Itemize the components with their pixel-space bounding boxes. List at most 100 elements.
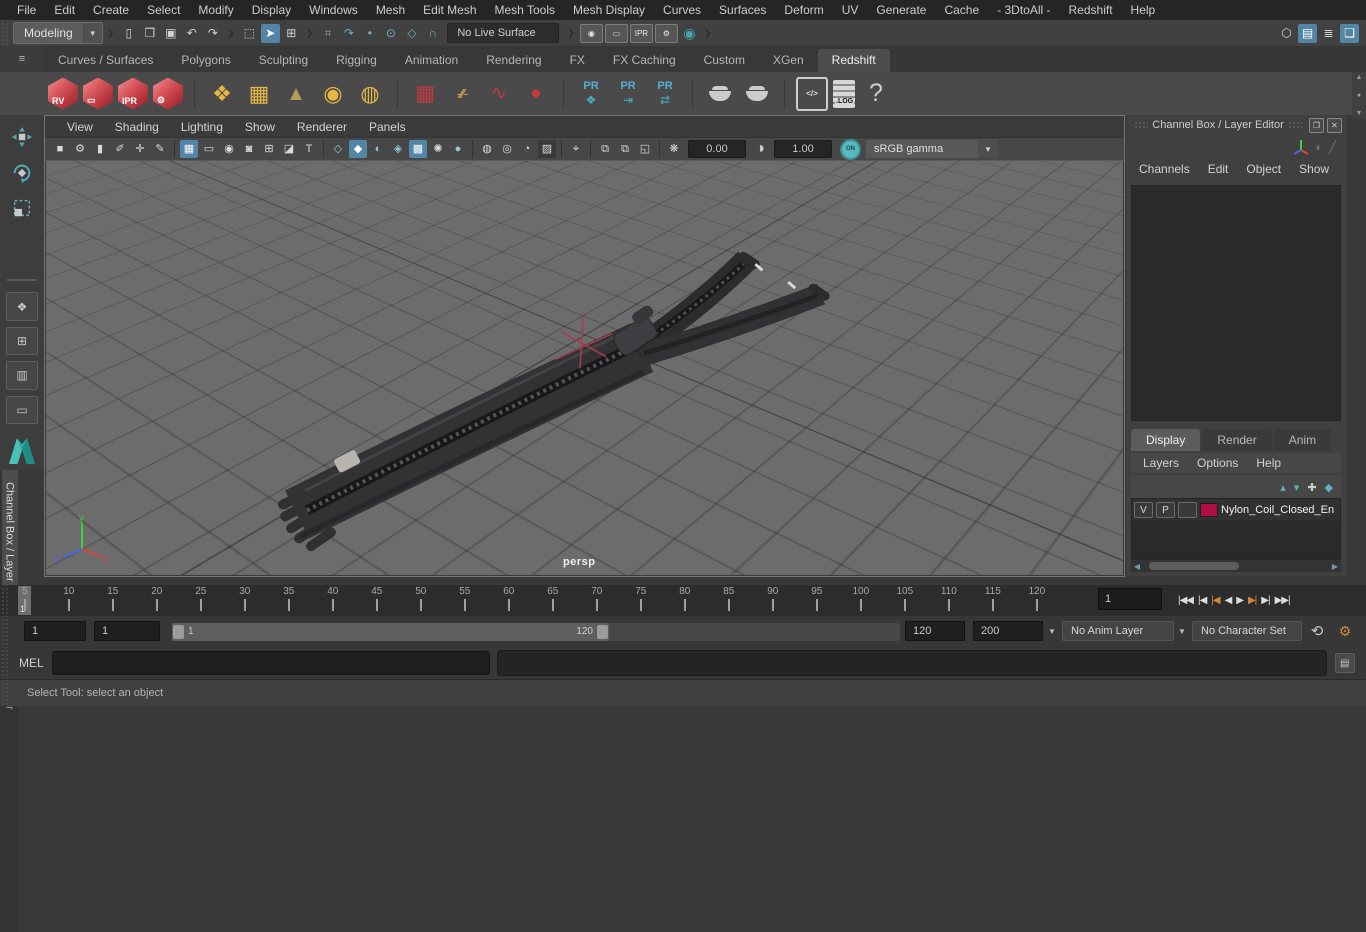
shelf-tab-fx[interactable]: FX xyxy=(555,49,599,72)
scrollbar-thumb[interactable] xyxy=(1149,562,1239,570)
step-forward-key-button[interactable]: ▶| xyxy=(1246,592,1258,609)
menu-3dtoall[interactable]: - 3DtoAll - xyxy=(988,1,1059,19)
workspace-selector[interactable]: Modeling ▼ xyxy=(13,22,103,44)
time-ruler[interactable]: 1 5 10 15 20 25 30 35 40 45 50 55 60 65 70 75 80 85 90 95 1… xyxy=(14,585,1079,616)
bookmark-icon[interactable]: ▮ xyxy=(91,140,109,158)
modeling-toolkit-icon[interactable]: ⬡ xyxy=(1277,24,1296,43)
status-line-grip[interactable] xyxy=(0,20,9,46)
select-object-icon[interactable]: ➤ xyxy=(260,23,280,43)
menu-windows[interactable]: Windows xyxy=(300,1,367,19)
play-forward-button[interactable]: ▶ xyxy=(1234,592,1245,609)
shelf-tab-xgen[interactable]: XGen xyxy=(758,49,818,72)
panel-menu-shading[interactable]: Shading xyxy=(105,118,169,136)
shelf-tab-polygons[interactable]: Polygons xyxy=(167,49,245,72)
resolution-gate-icon[interactable]: ◉ xyxy=(220,140,238,158)
layer-visibility-toggle[interactable]: V xyxy=(1134,502,1153,518)
redo-icon[interactable]: ↷ xyxy=(203,24,222,43)
group-separator[interactable]: ❯ xyxy=(567,28,575,39)
menu-help[interactable]: Help xyxy=(1122,1,1165,19)
menu-mesh-display[interactable]: Mesh Display xyxy=(564,1,654,19)
zipper-model[interactable] xyxy=(278,251,830,552)
film-gate-icon[interactable]: ▭ xyxy=(200,140,218,158)
playback-end-field[interactable] xyxy=(905,621,965,641)
menu-edit-mesh[interactable]: Edit Mesh xyxy=(414,1,485,19)
layer-tab-render[interactable]: Render xyxy=(1202,429,1272,451)
manipulator-axis-icon[interactable] xyxy=(1292,138,1310,156)
multisample-icon[interactable]: ◔ xyxy=(518,140,536,158)
channel-box-menu-channels[interactable]: Channels xyxy=(1132,160,1197,178)
textured-icon[interactable]: ▩ xyxy=(409,140,427,158)
grease-pencil-icon[interactable]: ✎ xyxy=(151,140,169,158)
menu-deform[interactable]: Deform xyxy=(775,1,832,19)
scroll-left-icon[interactable]: ◀ xyxy=(1131,562,1143,571)
snap-grid-icon[interactable]: ⌗ xyxy=(318,24,337,43)
group-separator[interactable]: ❯ xyxy=(227,28,235,39)
panel-menu-show[interactable]: Show xyxy=(235,118,285,136)
select-camera-icon[interactable]: ⌖ xyxy=(567,140,585,158)
range-slider-grip[interactable] xyxy=(0,616,9,647)
menu-create[interactable]: Create xyxy=(84,1,138,19)
gamma-field[interactable]: 1.00 xyxy=(774,140,832,158)
go-to-end-button[interactable]: ▶▶| xyxy=(1273,592,1292,609)
attribute-editor-toggle-icon[interactable]: ❏ xyxy=(1340,23,1359,43)
layout-four-pane-button[interactable]: ⊞ xyxy=(6,326,38,356)
script-editor-icon[interactable]: ▤ xyxy=(1334,653,1355,673)
scroll-thumb[interactable]: ● xyxy=(1357,92,1361,99)
layout-persp-outliner-button[interactable]: ▥ xyxy=(6,361,38,390)
layer-menu-options[interactable]: Options xyxy=(1189,455,1246,471)
bake-pie-icon[interactable] xyxy=(704,77,736,111)
menu-display[interactable]: Display xyxy=(243,1,300,19)
channel-box-menu-object[interactable]: Object xyxy=(1239,160,1288,178)
key-state-icon[interactable]: ╱ xyxy=(1329,140,1336,154)
command-result-field[interactable] xyxy=(496,650,1327,676)
animation-start-field[interactable] xyxy=(24,621,86,641)
scroll-up-icon[interactable]: ▲ xyxy=(1356,74,1363,81)
shadows-icon[interactable]: ● xyxy=(449,140,467,158)
scroll-right-icon[interactable]: ▶ xyxy=(1329,562,1341,571)
rs-ipr-icon[interactable]: IPR xyxy=(118,77,148,110)
range-end-handle[interactable] xyxy=(597,625,608,639)
safe-action-icon[interactable]: ◪ xyxy=(280,140,298,158)
playback-range-bar[interactable]: 1 120 xyxy=(172,623,609,641)
menu-mesh-tools[interactable]: Mesh Tools xyxy=(486,1,564,19)
time-slider-grip[interactable] xyxy=(0,585,9,616)
gate-mask-icon[interactable]: ◙ xyxy=(240,140,258,158)
move-tool-button[interactable] xyxy=(5,121,39,154)
flat-shade-icon[interactable]: ◐ xyxy=(369,140,387,158)
image-plane-icon[interactable]: ✐ xyxy=(111,140,129,158)
save-scene-icon[interactable]: ▣ xyxy=(161,24,180,43)
render-view-icon[interactable]: ◉ xyxy=(579,23,603,43)
rs-render-settings-icon[interactable]: ⚙ xyxy=(153,77,183,110)
layer-tab-anim[interactable]: Anim xyxy=(1273,429,1332,451)
channel-box-menu-edit[interactable]: Edit xyxy=(1201,160,1236,178)
shelf-tab-animation[interactable]: Animation xyxy=(390,49,473,72)
help-line-grip[interactable] xyxy=(0,680,9,706)
viewport-3d-view[interactable]: y x z persp xyxy=(46,161,1123,575)
menu-curves[interactable]: Curves xyxy=(654,1,710,19)
select-hierarchy-icon[interactable]: ⬚ xyxy=(240,24,259,43)
console-icon[interactable]: </> xyxy=(796,76,828,111)
group-separator[interactable]: ❯ xyxy=(306,28,314,39)
shelf-menu-icon[interactable]: ≡ xyxy=(19,53,25,65)
shelf-sphere-icon[interactable]: ◉ xyxy=(317,77,349,111)
ipr-render-icon[interactable]: IPR xyxy=(629,23,653,43)
isolate-select-icon[interactable]: ■ xyxy=(51,140,69,158)
layer-display-type-toggle[interactable] xyxy=(1178,502,1197,518)
menu-mesh[interactable]: Mesh xyxy=(367,1,414,19)
panel-copy-icon[interactable]: ⧉ xyxy=(616,140,634,158)
channel-box-menu-show[interactable]: Show xyxy=(1292,160,1336,178)
shelf-red-cube-icon[interactable]: ▦ xyxy=(409,77,441,111)
exposure-field[interactable]: 0.00 xyxy=(688,140,746,158)
layer-tab-display[interactable]: Display xyxy=(1131,429,1201,451)
range-start-handle[interactable] xyxy=(173,625,184,639)
layer-move-down-icon[interactable]: ▾ xyxy=(1294,478,1300,496)
snap-curve-icon[interactable]: ↷ xyxy=(339,24,358,43)
shelf-scrollbar[interactable]: ▲ ● ▼ xyxy=(1352,72,1366,119)
pr-export-icon[interactable]: PR ⇥ xyxy=(612,77,644,111)
layer-menu-help[interactable]: Help xyxy=(1248,455,1289,471)
speed-state-icon[interactable]: ◐ xyxy=(1316,140,1323,154)
playback-start-field[interactable] xyxy=(94,621,160,641)
tool-settings-icon[interactable]: ≣ xyxy=(1319,24,1338,43)
shelf-diamonds-icon[interactable]: ❖ xyxy=(206,77,238,111)
grid-icon[interactable]: ▦ xyxy=(180,140,198,158)
